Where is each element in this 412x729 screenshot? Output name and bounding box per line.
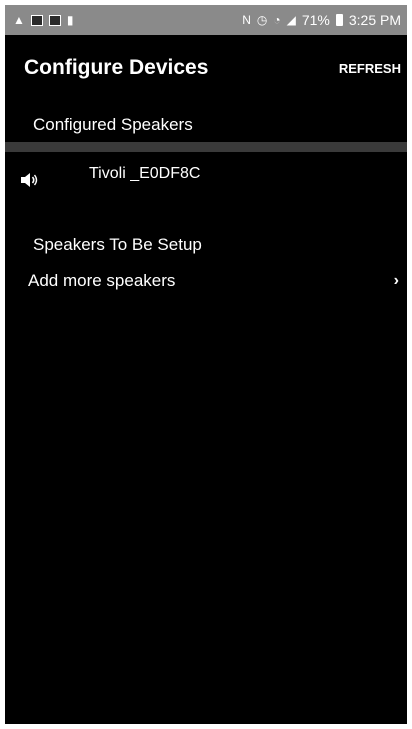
app-header: Configure Devices REFRESH <box>5 35 407 101</box>
speaker-icon <box>21 173 38 187</box>
status-bar-left: ▲ ▮ <box>13 14 74 26</box>
status-bar-right: N ◷ ◔ ◢ 71% 3:25 PM <box>242 12 401 28</box>
nfc-icon: N <box>242 13 251 27</box>
refresh-button[interactable]: REFRESH <box>339 57 401 80</box>
status-bar: ▲ ▮ N ◷ ◔ ◢ 71% 3:25 PM <box>5 5 407 35</box>
speaker-name: Tivoli _E0DF8C <box>89 165 201 182</box>
chevron-right-icon: › <box>393 272 399 289</box>
speakers-to-setup-header: Speakers To Be Setup <box>33 235 202 254</box>
alarm-icon: ◷ <box>256 13 268 27</box>
page-title: Configure Devices <box>24 56 209 79</box>
status-time: 3:25 PM <box>348 12 401 28</box>
section-divider <box>5 142 407 152</box>
battery-icon <box>335 14 343 26</box>
app-frame: ▲ ▮ N ◷ ◔ ◢ 71% 3:25 PM Configure Device… <box>5 5 407 724</box>
add-more-speakers-item[interactable]: Add more speakers › <box>5 265 407 301</box>
gallery-icon <box>48 14 61 26</box>
warning-icon: ▲ <box>13 13 25 27</box>
signal-icon: ◢ <box>286 13 296 27</box>
configured-speakers-header: Configured Speakers <box>33 115 193 134</box>
add-more-speakers-label: Add more speakers <box>28 271 176 290</box>
speaker-list-item[interactable]: Tivoli _E0DF8C <box>5 155 407 201</box>
lock-icon: ▮ <box>66 13 74 27</box>
wifi-icon: ◔ <box>273 13 281 27</box>
battery-percent: 71% <box>301 12 330 28</box>
image-icon <box>30 14 43 26</box>
